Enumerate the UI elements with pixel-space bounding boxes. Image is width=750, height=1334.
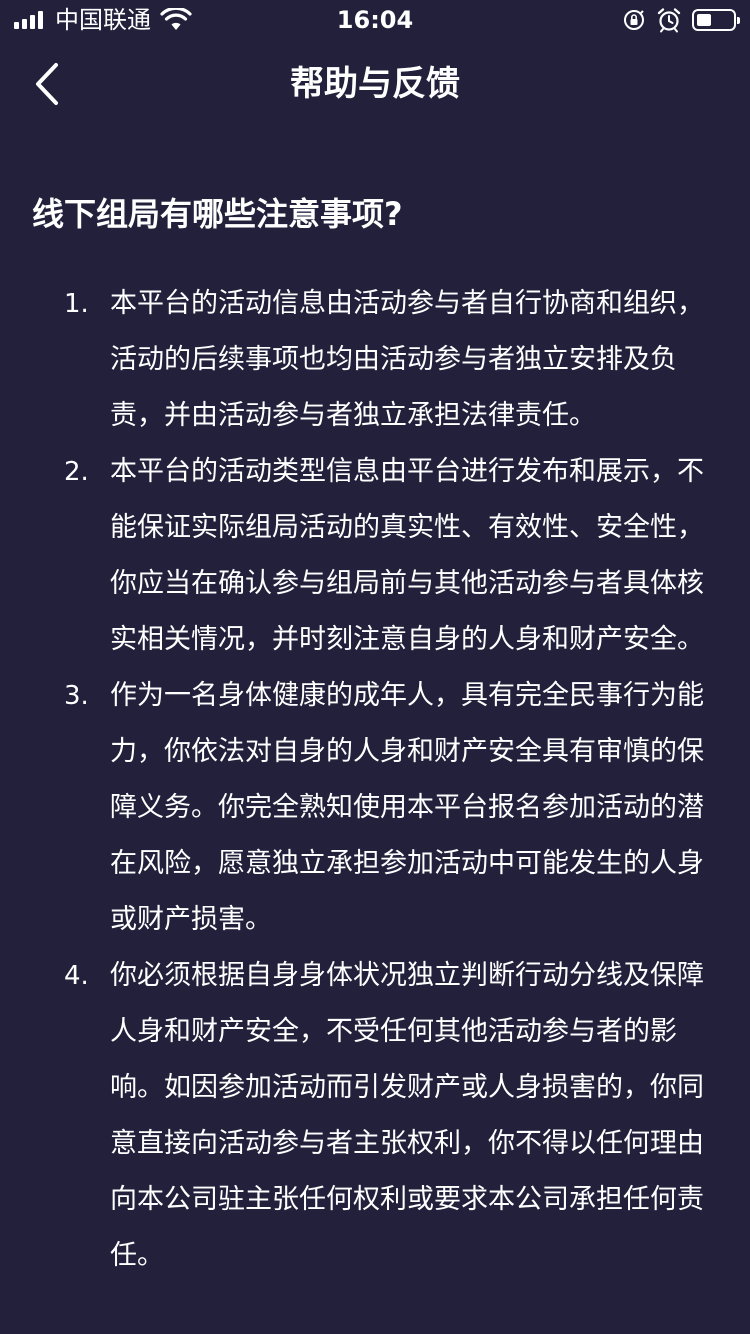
list-item-number: 4. (64, 961, 89, 991)
list-item-text: 作为一名身体健康的成年人，具有完全民事行为能力，你依法对自身的人身和财产安全具有… (110, 680, 704, 935)
list-item: 1. 本平台的活动信息由活动参与者自行协商和组织，活动的后续事项也均由活动参与者… (0, 276, 750, 444)
list-item-text: 本平台的活动信息由活动参与者自行协商和组织，活动的后续事项也均由活动参与者独立安… (110, 288, 704, 431)
list-item-number: 1. (64, 289, 89, 319)
status-right-icons (622, 7, 740, 33)
list-item-number: 2. (64, 457, 89, 487)
status-bar: 中国联通 16:04 (0, 0, 750, 40)
list-item: 2. 本平台的活动类型信息由平台进行发布和展示，不能保证实际组局活动的真实性、有… (0, 444, 750, 668)
answer-list: 1. 本平台的活动信息由活动参与者自行协商和组织，活动的后续事项也均由活动参与者… (0, 276, 750, 1284)
battery-fill (697, 14, 711, 26)
battery-icon (692, 9, 740, 31)
list-item: 4. 你必须根据自身身体状况独立判断行动分线及保障人身和财产安全，不受任何其他活… (0, 948, 750, 1284)
list-item-text: 你必须根据自身身体状况独立判断行动分线及保障人身和财产安全，不受任何其他活动参与… (110, 960, 704, 1271)
battery-cap (737, 17, 740, 24)
help-feedback-screen: 中国联通 16:04 帮助与反馈 线下组局有哪些注意事项? 1. 本平台的活动信… (0, 0, 750, 1334)
list-item: 3. 作为一名身体健康的成年人，具有完全民事行为能力，你依法对自身的人身和财产安… (0, 668, 750, 948)
page-title: 帮助与反馈 (290, 64, 460, 104)
list-item-text: 本平台的活动类型信息由平台进行发布和展示，不能保证实际组局活动的真实性、有效性、… (110, 456, 704, 655)
orientation-lock-icon (624, 10, 644, 30)
list-item-number: 3. (64, 681, 89, 711)
nav-bar: 帮助与反馈 (0, 40, 750, 128)
question-title: 线下组局有哪些注意事项? (32, 195, 403, 233)
alarm-icon (657, 8, 681, 33)
